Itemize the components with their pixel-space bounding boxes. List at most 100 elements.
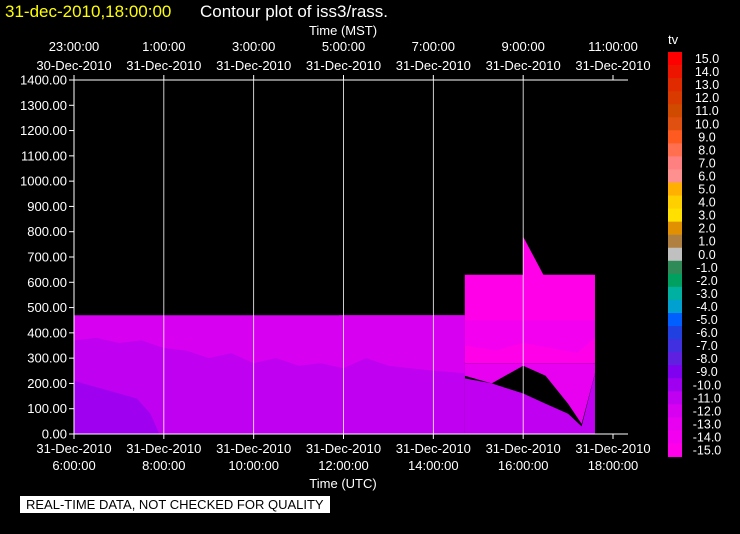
legend-label: -13.0: [693, 417, 722, 431]
legend-swatch: [668, 273, 682, 288]
legend-label: -9.0: [696, 365, 718, 379]
y-tick-label: 200.00: [27, 376, 67, 391]
legend-label: 10.0: [695, 117, 719, 131]
legend-swatch: [668, 352, 682, 366]
top-tick-date: 31-Dec-2010: [216, 58, 291, 73]
legend-label: -14.0: [693, 430, 722, 444]
x-axis-title: Time (UTC): [309, 476, 376, 491]
legend-label: 0.0: [698, 248, 715, 262]
top-axis-title: Time (MST): [309, 23, 377, 38]
quality-notice: REAL-TIME DATA, NOT CHECKED FOR QUALITY: [20, 496, 330, 513]
legend-label: -2.0: [696, 274, 718, 288]
legend-swatch: [668, 78, 682, 92]
top-tick-time: 7:00:00: [412, 39, 455, 54]
legend-swatch: [668, 221, 682, 236]
top-tick-time: 23:00:00: [49, 39, 100, 54]
legend-label: 12.0: [695, 91, 719, 105]
x-tick-date: 31-Dec-2010: [306, 441, 381, 456]
legend-label: -15.0: [693, 444, 722, 458]
y-tick-label: 1200.00: [20, 123, 67, 138]
legend-label: 11.0: [695, 104, 718, 118]
x-tick-date: 31-Dec-2010: [36, 441, 111, 456]
y-tick-label: 900.00: [27, 199, 67, 214]
legend-label: -6.0: [696, 326, 718, 340]
legend-swatch: [668, 156, 682, 170]
legend-label: -10.0: [693, 378, 722, 392]
legend-label: 14.0: [695, 65, 719, 79]
x-tick-date: 31-Dec-2010: [216, 441, 291, 456]
legend-swatch: [668, 208, 682, 223]
legend-label: -4.0: [696, 300, 718, 314]
y-tick-label: 0.00: [42, 427, 67, 442]
y-tick-label: 400.00: [27, 325, 67, 340]
top-tick-time: 11:00:00: [588, 39, 638, 54]
legend-label: 6.0: [698, 169, 715, 183]
x-tick-date: 31-Dec-2010: [575, 441, 650, 456]
legend-swatch: [668, 430, 682, 444]
top-tick-time: 1:00:00: [142, 39, 185, 54]
x-tick-time: 14:00:00: [408, 458, 459, 473]
y-tick-label: 600.00: [27, 275, 67, 290]
legend-swatch: [668, 52, 682, 66]
legend-swatch: [668, 169, 682, 183]
legend-label: 2.0: [698, 222, 715, 236]
legend-title: tv: [668, 32, 679, 47]
y-tick-label: 100.00: [27, 401, 67, 416]
legend-swatch: [668, 234, 682, 249]
legend-label: -12.0: [693, 404, 722, 418]
top-tick-date: 31-Dec-2010: [306, 58, 381, 73]
x-tick-time: 16:00:00: [498, 458, 549, 473]
legend-swatch: [668, 286, 682, 301]
legend-swatch: [668, 391, 682, 405]
legend-label: -3.0: [696, 287, 718, 301]
legend-swatch: [668, 182, 682, 197]
legend-swatch: [668, 247, 682, 262]
y-tick-label: 800.00: [27, 224, 67, 239]
legend-label: 4.0: [698, 196, 715, 210]
y-tick-label: 1400.00: [20, 73, 67, 88]
contour-chart: 0.00 100.00 200.00 300.00 400.00 500.00 600.00…: [20, 23, 722, 491]
legend-swatch: [668, 326, 682, 340]
legend-label: 1.0: [698, 235, 715, 249]
legend-label: 8.0: [698, 143, 715, 157]
top-tick-date: 30-Dec-2010: [36, 58, 111, 73]
top-tick-time: 5:00:00: [322, 39, 365, 54]
legend-swatch: [668, 117, 682, 131]
x-tick-time: 6:00:00: [52, 458, 95, 473]
legend-swatch: [668, 299, 682, 314]
legend-swatch: [668, 260, 682, 275]
legend-label: -8.0: [696, 352, 718, 366]
legend-swatch: [668, 104, 682, 118]
y-tick-label: 500.00: [27, 300, 67, 315]
top-tick-date: 31-Dec-2010: [486, 58, 561, 73]
y-tick-label: 1100.00: [21, 148, 67, 163]
legend-swatch: [668, 65, 682, 79]
top-tick-time: 3:00:00: [232, 39, 275, 54]
legend-label: 15.0: [695, 52, 719, 66]
legend-swatch: [668, 417, 682, 431]
legend-label: 7.0: [698, 156, 715, 170]
top-tick-date: 31-Dec-2010: [575, 58, 650, 73]
legend-swatch: [668, 195, 682, 210]
x-tick-date: 31-Dec-2010: [486, 441, 561, 456]
legend-swatch: [668, 404, 682, 418]
x-tick-date: 31-Dec-2010: [126, 441, 201, 456]
legend-swatch: [668, 443, 682, 458]
legend-swatch: [668, 339, 682, 353]
y-tick-label: 1000.00: [20, 174, 67, 189]
top-tick-time: 9:00:00: [501, 39, 544, 54]
legend-swatch: [668, 365, 682, 379]
legend-label: -5.0: [696, 313, 718, 327]
legend-label: -11.0: [693, 391, 721, 405]
legend-label: 5.0: [698, 183, 715, 197]
legend-swatch: [668, 378, 682, 392]
legend-label: -7.0: [696, 339, 718, 353]
legend-swatch: [668, 313, 682, 327]
y-tick-label: 1300.00: [20, 98, 67, 113]
top-tick-date: 31-Dec-2010: [126, 58, 201, 73]
y-tick-label: 700.00: [27, 250, 67, 265]
legend-label: 3.0: [698, 209, 715, 223]
y-tick-label: 300.00: [27, 351, 67, 366]
legend-swatch: [668, 143, 682, 157]
x-tick-time: 12:00:00: [318, 458, 369, 473]
